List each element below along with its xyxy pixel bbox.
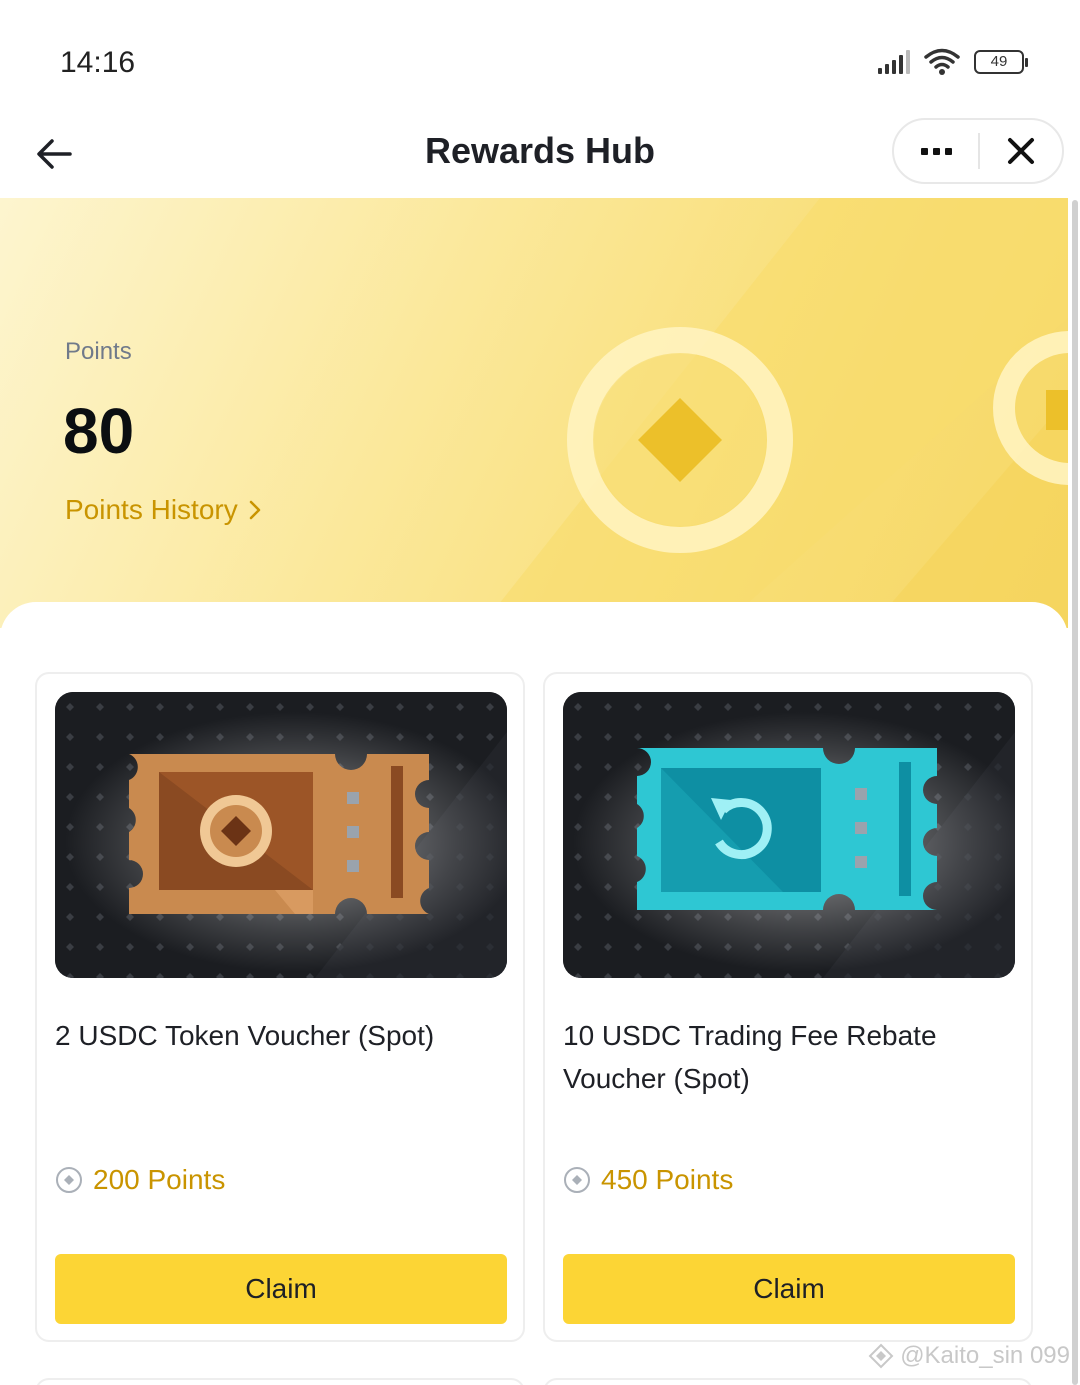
chevron-right-icon [249, 500, 260, 520]
points-history-link[interactable]: Points History [65, 494, 262, 526]
status-icons: 49 [878, 48, 1028, 76]
banner-coin-decoration [480, 198, 1068, 628]
reward-points-value: 200 Points [93, 1164, 226, 1195]
close-button[interactable] [980, 120, 1062, 182]
rewards-hub-screen: 14:16 49 Rewards Hub Points 80 Points Hi… [0, 0, 1080, 1385]
points-coin-icon [56, 1167, 82, 1193]
points-banner: Points 80 Points History [0, 198, 1068, 628]
reward-card-partial[interactable] [35, 1378, 525, 1385]
points-history-label: Points History [65, 494, 238, 525]
mini-program-capsule [892, 118, 1064, 184]
points-coin-icon [564, 1167, 590, 1193]
reward-points-value: 450 Points [601, 1164, 734, 1195]
status-time: 14:16 [60, 46, 136, 79]
points-balance: 80 [63, 395, 135, 467]
claim-button[interactable]: Claim [563, 1254, 1015, 1324]
reward-card[interactable]: 2 USDC Token Voucher (Spot) 200 Points C… [35, 672, 525, 1342]
points-label: Points [65, 338, 132, 365]
claim-button[interactable]: Claim [55, 1254, 507, 1324]
rewards-list: 2 USDC Token Voucher (Spot) 200 Points C… [0, 602, 1068, 1385]
more-button[interactable] [894, 120, 978, 182]
token-coin-icon [200, 795, 272, 867]
watermark-logo-icon [868, 1343, 894, 1369]
voucher-image [563, 692, 1015, 978]
battery-icon: 49 [974, 50, 1028, 74]
voucher-image [55, 692, 507, 978]
status-bar: 14:16 49 [0, 0, 1080, 110]
reward-title: 2 USDC Token Voucher (Spot) [55, 1020, 435, 1051]
close-icon [1007, 138, 1034, 164]
app-header: Rewards Hub [0, 110, 1080, 198]
reward-points: 450 Points [563, 1164, 733, 1196]
watermark: @Kaito_sin 099 [868, 1342, 1070, 1370]
reward-points: 200 Points [55, 1164, 225, 1196]
watermark-text: @Kaito_sin 099 [900, 1342, 1070, 1369]
reward-title: 10 USDC Trading Fee Rebate Voucher (Spot… [563, 1020, 937, 1094]
reward-card[interactable]: 10 USDC Trading Fee Rebate Voucher (Spot… [543, 672, 1033, 1342]
scrollbar[interactable] [1072, 200, 1078, 1385]
signal-icon [878, 50, 910, 74]
wifi-icon [924, 48, 960, 75]
more-dots-icon [920, 147, 928, 155]
reward-card-partial[interactable] [543, 1378, 1033, 1385]
